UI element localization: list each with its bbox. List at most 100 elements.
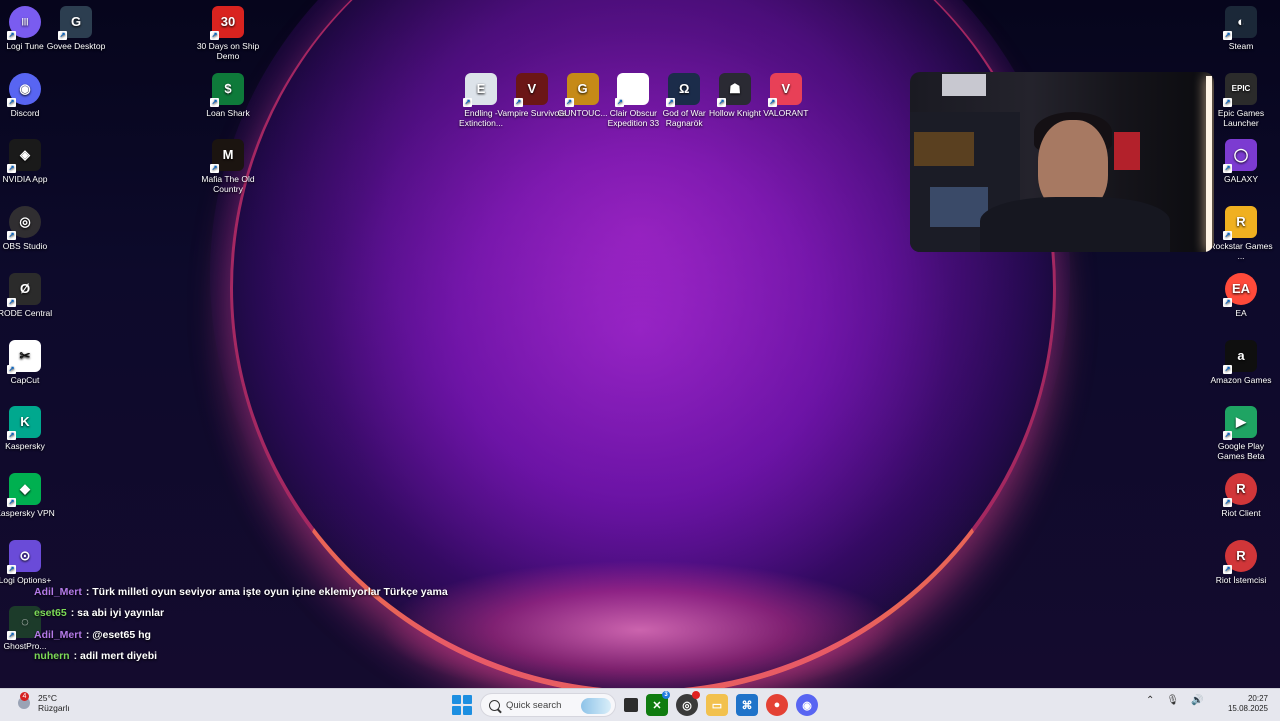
shortcut-arrow-icon: ↗ [7,31,16,40]
shortcut-arrow-icon: ↗ [7,631,16,641]
search-placeholder: Quick search [506,699,562,711]
guntouchables-icon: G ↗ [564,73,599,107]
epic-games-icon: EPIC ↗ [1223,72,1257,107]
taskbar-apps: Quick search ✕ 3 ◎ ▭ ⌘ ● ◉ [452,691,818,717]
chat-username: eset65 [34,607,67,620]
steam-shortcut[interactable]: ◐ ↗ Steam [1206,6,1276,51]
shortcut-arrow-icon: ↗ [210,97,219,107]
icon-label: 30 Days on Ship Demo [196,41,260,61]
obs-studio-shortcut[interactable]: ◎ ↗ OBS Studio [0,206,60,251]
shortcut-arrow-icon: ↗ [463,98,472,107]
file-explorer-icon[interactable]: ▭ [706,694,728,716]
chrome-icon[interactable]: ● [766,694,788,716]
chat-text: : sa abi iyi yayınlar [70,607,165,620]
weather-icon: 4 [14,692,32,712]
riot-istemcisi-shortcut[interactable]: R ↗ Riot İstemcisi [1206,539,1276,585]
shortcut-arrow-icon: ↗ [7,497,16,507]
shortcut-arrow-icon: ↗ [7,97,16,107]
epic-games-shortcut[interactable]: EPIC ↗ Epic Games Launcher [1206,72,1276,128]
start-button[interactable] [452,695,472,715]
wallpaper-glow [380,560,900,688]
mafia-old-country-icon: M ↗ [210,139,244,174]
nvidia-app-shortcut[interactable]: ◈ ↗ NVIDIA App [0,139,60,184]
chevron-up-icon[interactable]: ⌃ [1146,695,1154,706]
weather-badge: 4 [20,692,29,701]
clock-date: 15.08.2025 [1227,704,1268,713]
icon-label: CapCut [10,374,40,385]
shortcut-arrow-icon: ↗ [513,98,523,107]
chat-message: nuhern: adil mert diyebi [34,648,448,669]
chat-username: Adil_Mert [34,628,82,641]
shortcut-arrow-icon: ↗ [1223,164,1232,174]
hollow-knight-icon: ☗ ↗ [717,73,751,107]
chat-message: Adil_Mert: @eset65 hg [34,627,448,648]
clock-time: 20:27 [1247,694,1268,703]
shortcut-arrow-icon: ↗ [58,31,67,40]
rode-central-shortcut[interactable]: Ø ↗ RODE Central [0,272,60,318]
discord-taskbar-icon[interactable]: ◉ [796,694,818,716]
riot-client-shortcut[interactable]: R ↗ Riot Client [1206,472,1276,518]
ea-shortcut[interactable]: EA ↗ EA [1206,272,1276,318]
capcut-icon: ✂ ↗ [7,339,41,374]
search-box[interactable]: Quick search [480,693,616,717]
kaspersky-shortcut[interactable]: K ↗ Kaspersky [0,406,60,451]
govee-desktop-icon: G ↗ [58,6,92,40]
discord-shortcut[interactable]: ◉ ↗ Discord [0,72,60,118]
shortcut-arrow-icon: ↗ [210,31,219,40]
gog-galaxy-shortcut[interactable]: ◯ ↗ GALAXY [1206,139,1276,184]
microphone-icon[interactable]: 🎙 [1166,695,1179,706]
icon-label: Kaspersky VPN [0,507,55,518]
weather-widget[interactable]: 4 25°C Rüzgarlı [14,692,70,713]
snipping-tool-icon[interactable]: ⌘ [736,694,758,716]
shortcut-arrow-icon: ↗ [7,364,16,374]
30-days-on-ship-icon: 30 ↗ [210,6,244,40]
loan-shark-shortcut[interactable]: $ ↗ Loan Shark [193,72,263,118]
steam-icon: ◐ ↗ [1223,6,1257,40]
govee-desktop-shortcut[interactable]: G ↗ Govee Desktop [41,6,111,51]
shortcut-arrow-icon: ↗ [1223,564,1232,574]
shortcut-arrow-icon: ↗ [210,164,219,174]
valorant-shortcut[interactable]: V ↗ VALORANT [751,73,821,118]
icon-label: EA [1235,307,1247,318]
capcut-shortcut[interactable]: ✂ ↗ CapCut [0,339,60,385]
rockstar-shortcut[interactable]: R ↗ Rockstar Games ... [1206,206,1276,261]
clock[interactable]: 20:27 15.08.2025 [1226,694,1268,714]
task-view-icon[interactable] [624,698,638,712]
speaker-icon[interactable]: 🔊 [1191,695,1203,706]
chat-username: nuhern [34,649,70,662]
icon-label: GALAXY [1223,174,1259,185]
chat-message: Adil_Mert: Türk milleti oyun seviyor ama… [34,584,448,605]
icon-label: Loan Shark [206,107,250,118]
weather-location: Rüzgarlı [38,703,70,713]
shortcut-arrow-icon: ↗ [615,98,625,107]
webcam-overlay [910,72,1214,252]
icon-label: Steam [1228,41,1254,51]
logi-options-shortcut[interactable]: ⊙ ↗ Logi Options+ [0,539,60,585]
google-play-games-shortcut[interactable]: ▶ ↗ Google Play Games Beta [1206,406,1276,461]
chat-username: Adil_Mert [34,586,82,598]
icon-label: Epic Games Launcher [1217,107,1265,128]
discord-icon: ◉ ↗ [7,72,41,107]
chat-text: : adil mert diyebi [73,649,158,662]
nvidia-app-icon: ◈ ↗ [7,139,41,174]
shortcut-arrow-icon: ↗ [1223,31,1232,40]
logi-tune-icon: ||| ↗ [7,6,41,40]
30-days-on-ship-shortcut[interactable]: 30 ↗ 30 Days on Ship Demo [193,6,263,61]
chat-message: eset65: sa abi iyi yayınlar [34,605,448,626]
icon-label: Rockstar Games ... [1209,241,1273,262]
xbox-icon[interactable]: ✕ 3 [646,691,670,716]
kaspersky-vpn-shortcut[interactable]: ◆ ↗ Kaspersky VPN [0,472,60,518]
shortcut-arrow-icon: ↗ [7,231,16,241]
obs-taskbar-icon[interactable]: ◎ [676,691,700,716]
icon-label: Mafia The Old Country [201,174,255,195]
clair-obscur-icon: ↗ [615,73,650,107]
obs-studio-icon: ◎ ↗ [7,206,41,241]
icon-label: Google Play Games Beta [1217,441,1265,462]
icon-label: Amazon Games [1210,374,1272,385]
amazon-games-shortcut[interactable]: a ↗ Amazon Games [1206,339,1276,385]
taskbar: 4 25°C Rüzgarlı Quick search ✕ 3 ◎ ▭ ⌘ ● … [0,688,1280,721]
shortcut-arrow-icon: ↗ [1223,231,1232,241]
system-tray: ⌃ 🎙 🔊 [1146,695,1204,706]
mafia-old-country-shortcut[interactable]: M ↗ Mafia The Old Country [193,139,263,194]
valorant-icon: V ↗ [767,73,802,107]
